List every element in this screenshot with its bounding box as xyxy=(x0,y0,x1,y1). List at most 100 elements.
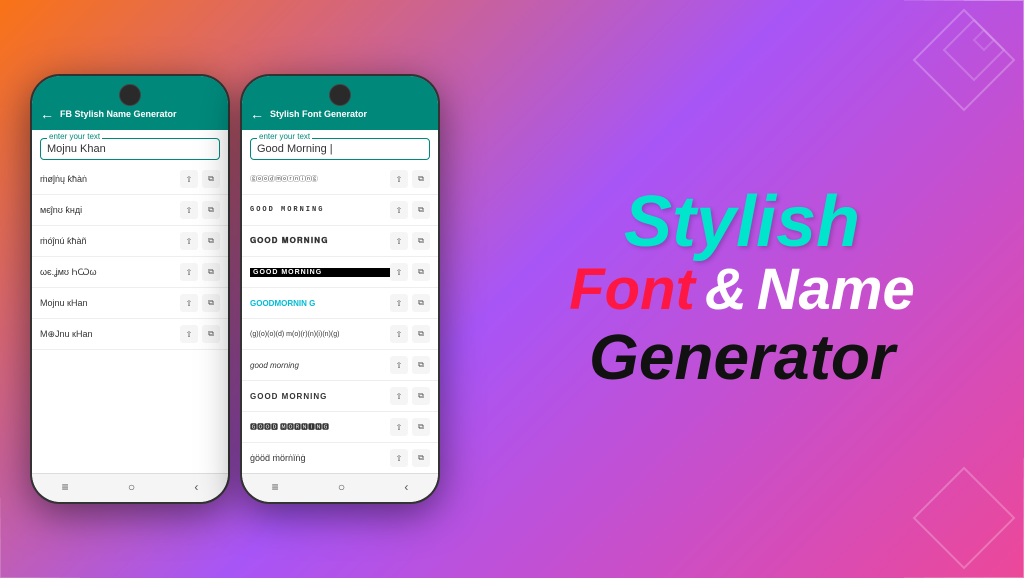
item-actions: ⇧ ⧉ xyxy=(180,294,220,312)
tagline-and: & xyxy=(705,261,747,319)
list-item: GOOD MORNING ⇧ ⧉ xyxy=(242,257,438,288)
copy-icon[interactable]: ⧉ xyxy=(412,170,430,188)
share-icon[interactable]: ⇧ xyxy=(390,325,408,343)
copy-icon[interactable]: ⧉ xyxy=(202,294,220,312)
list-item-text: GOODMORNIN G xyxy=(250,299,390,308)
phone-1-list: ṁøĵṅų ƙħàṅ ⇧ ⧉ мєĵnʊ ƙнді ⇧ ⧉ ṁóĵnú ƙħàñ xyxy=(32,164,228,473)
phone-1-input-value[interactable]: Mojnu Khan xyxy=(47,141,213,155)
tagline-generator: Generator xyxy=(569,322,914,392)
phone-1-input-section: enter your text Mojnu Khan xyxy=(32,130,228,164)
list-item: GOOD MORNING ⇧ ⧉ xyxy=(242,195,438,226)
tagline-stylish: Stylish xyxy=(569,186,914,258)
nav-back-icon[interactable]: ‹ xyxy=(404,480,408,494)
copy-icon[interactable]: ⧉ xyxy=(412,201,430,219)
item-actions: ⇧ ⧉ xyxy=(390,449,430,467)
phone-2-input-label: enter your text xyxy=(257,132,312,141)
list-item: GOODMORNIN G ⇧ ⧉ xyxy=(242,288,438,319)
item-actions: ⇧ ⧉ xyxy=(180,325,220,343)
share-icon[interactable]: ⇧ xyxy=(390,201,408,219)
copy-icon[interactable]: ⧉ xyxy=(412,294,430,312)
item-actions: ⇧ ⧉ xyxy=(390,263,430,281)
copy-icon[interactable]: ⧉ xyxy=(412,232,430,250)
list-item: ġööḋ ṁörṅïṅġ ⇧ ⧉ xyxy=(242,443,438,473)
list-item: ṁóĵnú ƙħàñ ⇧ ⧉ xyxy=(32,226,228,257)
share-icon[interactable]: ⇧ xyxy=(180,325,198,343)
nav-home-icon[interactable]: ○ xyxy=(128,480,135,494)
nav-home-icon[interactable]: ○ xyxy=(338,480,345,494)
share-icon[interactable]: ⇧ xyxy=(180,170,198,188)
phone-1-bottom-nav: ≡ ○ ‹ xyxy=(32,473,228,502)
list-item-text: ṁóĵnú ƙħàñ xyxy=(40,236,180,246)
share-icon[interactable]: ⇧ xyxy=(180,232,198,250)
phone-2-title: Stylish Font Generator xyxy=(270,109,367,119)
copy-icon[interactable]: ⧉ xyxy=(412,263,430,281)
copy-icon[interactable]: ⧉ xyxy=(412,325,430,343)
phone-1-screen: ← FB Stylish Name Generator enter your t… xyxy=(32,76,228,502)
share-icon[interactable]: ⇧ xyxy=(390,418,408,436)
tagline-font: Font xyxy=(569,258,695,322)
list-item-text: 𝐆𝐎𝐎𝐃 𝐌𝐎𝐑𝐍𝐈𝐍𝐆 xyxy=(250,236,390,246)
list-item-text: GOOD MORNING xyxy=(250,268,390,277)
copy-icon[interactable]: ⧉ xyxy=(412,418,430,436)
list-item-text: ωє.ʝмʊ ҺѠω xyxy=(40,267,180,277)
phones-container: ← FB Stylish Name Generator enter your t… xyxy=(0,0,460,578)
nav-menu-icon[interactable]: ≡ xyxy=(272,480,279,494)
phone-2-back-button[interactable]: ← xyxy=(250,106,264,122)
list-item-text: ṁøĵṅų ƙħàṅ xyxy=(40,174,180,184)
copy-icon[interactable]: ⧉ xyxy=(202,201,220,219)
share-icon[interactable]: ⇧ xyxy=(390,449,408,467)
phone-2-list: ⓖⓞⓞⓓ ⓜⓞⓡⓝⓘⓝⓖ ⇧ ⧉ GOOD MORNING ⇧ ⧉ 𝐆𝐎𝐎𝐃 𝐌… xyxy=(242,164,438,473)
copy-icon[interactable]: ⧉ xyxy=(412,387,430,405)
tagline-line2: Font & Name xyxy=(569,258,914,322)
item-actions: ⇧ ⧉ xyxy=(180,263,220,281)
nav-back-icon[interactable]: ‹ xyxy=(194,480,198,494)
item-actions: ⇧ ⧉ xyxy=(180,201,220,219)
phone-2-input-wrapper: enter your text Good Morning | xyxy=(250,138,430,160)
phone-1-appbar: ← FB Stylish Name Generator xyxy=(32,76,228,130)
list-item: good morning ⇧ ⧉ xyxy=(242,350,438,381)
list-item: Mojnu кHan ⇧ ⧉ xyxy=(32,288,228,319)
corner-decoration-bottom-left xyxy=(0,498,80,578)
share-icon[interactable]: ⇧ xyxy=(390,232,408,250)
corner-decoration-top-right xyxy=(904,0,1024,120)
share-icon[interactable]: ⇧ xyxy=(180,294,198,312)
share-icon[interactable]: ⇧ xyxy=(390,263,408,281)
list-item: M⊕Jnu кHan ⇧ ⧉ xyxy=(32,319,228,350)
item-actions: ⇧ ⧉ xyxy=(390,201,430,219)
item-actions: ⇧ ⧉ xyxy=(390,232,430,250)
share-icon[interactable]: ⇧ xyxy=(180,263,198,281)
copy-icon[interactable]: ⧉ xyxy=(202,232,220,250)
phone-1-title: FB Stylish Name Generator xyxy=(60,109,177,119)
phone-1-input-wrapper: enter your text Mojnu Khan xyxy=(40,138,220,160)
corner-decoration-bottom-right xyxy=(904,458,1024,578)
tagline-name: Name xyxy=(757,258,915,322)
phone-1-back-button[interactable]: ← xyxy=(40,106,54,122)
copy-icon[interactable]: ⧉ xyxy=(202,325,220,343)
item-actions: ⇧ ⧉ xyxy=(390,170,430,188)
item-actions: ⇧ ⧉ xyxy=(390,356,430,374)
share-icon[interactable]: ⇧ xyxy=(390,294,408,312)
item-actions: ⇧ ⧉ xyxy=(390,387,430,405)
phone-1: ← FB Stylish Name Generator enter your t… xyxy=(30,74,230,504)
right-text-section: Stylish Font & Name Generator xyxy=(460,166,1024,412)
phone-1-input-label: enter your text xyxy=(47,132,102,141)
list-item-text: мєĵnʊ ƙнді xyxy=(40,205,180,215)
phone-2-input-value[interactable]: Good Morning | xyxy=(257,141,423,155)
share-icon[interactable]: ⇧ xyxy=(390,387,408,405)
list-item-text: 🅶🅾🅾🅳 🅼🅾🆁🅽🅸🅽🅶 xyxy=(250,422,390,432)
list-item-text: good morning xyxy=(250,361,390,370)
copy-icon[interactable]: ⧉ xyxy=(202,170,220,188)
share-icon[interactable]: ⇧ xyxy=(390,356,408,374)
share-icon[interactable]: ⇧ xyxy=(180,201,198,219)
list-item: мєĵnʊ ƙнді ⇧ ⧉ xyxy=(32,195,228,226)
copy-icon[interactable]: ⧉ xyxy=(202,263,220,281)
item-actions: ⇧ ⧉ xyxy=(180,170,220,188)
list-item-text: M⊕Jnu кHan xyxy=(40,329,180,340)
copy-icon[interactable]: ⧉ xyxy=(412,356,430,374)
item-actions: ⇧ ⧉ xyxy=(390,325,430,343)
list-item-text: GOOD MORNING xyxy=(250,206,390,214)
share-icon[interactable]: ⇧ xyxy=(390,170,408,188)
copy-icon[interactable]: ⧉ xyxy=(412,449,430,467)
list-item-text: ⓖⓞⓞⓓ ⓜⓞⓡⓝⓘⓝⓖ xyxy=(250,174,390,184)
nav-menu-icon[interactable]: ≡ xyxy=(62,480,69,494)
